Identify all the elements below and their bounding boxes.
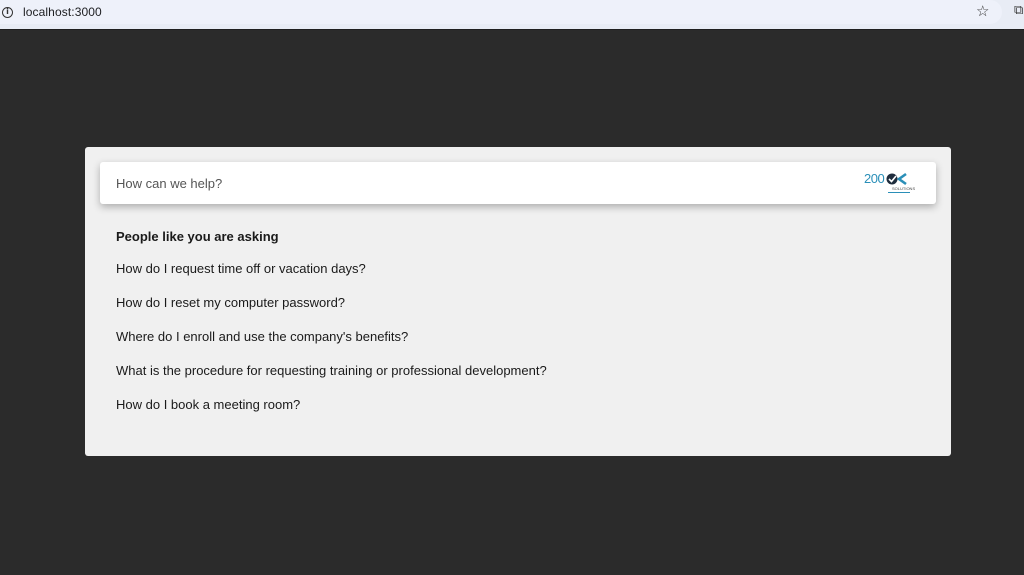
suggestions-heading: People like you are asking [116,229,279,244]
logo-number: 200 [864,171,885,186]
search-box[interactable]: 200 SOLUTIONS [100,162,936,204]
suggestion-item[interactable]: What is the procedure for requesting tra… [116,363,547,397]
search-input[interactable] [100,162,840,204]
suggestion-item[interactable]: How do I book a meeting room? [116,397,547,431]
info-icon[interactable]: i [2,6,13,18]
suggestion-item[interactable]: How do I reset my computer password? [116,295,547,329]
suggestion-item[interactable]: How do I request time off or vacation da… [116,261,547,295]
address-bar[interactable]: i localhost:3000 [0,0,1002,24]
logo-underline [888,192,910,193]
star-icon[interactable]: ☆ [976,3,992,19]
company-logo: 200 SOLUTIONS [864,171,916,195]
suggestion-list: How do I request time off or vacation da… [116,261,547,431]
suggestion-item[interactable]: Where do I enroll and use the company's … [116,329,547,363]
checkmark-icon [886,172,907,186]
browser-toolbar: i localhost:3000 ☆ ⧉ [0,0,1024,30]
help-card: 200 SOLUTIONS People like you are asking… [85,147,951,456]
puzzle-icon[interactable]: ⧉ [1014,3,1024,19]
logo-subtitle: SOLUTIONS [892,186,916,191]
url-text[interactable]: localhost:3000 [23,5,102,19]
